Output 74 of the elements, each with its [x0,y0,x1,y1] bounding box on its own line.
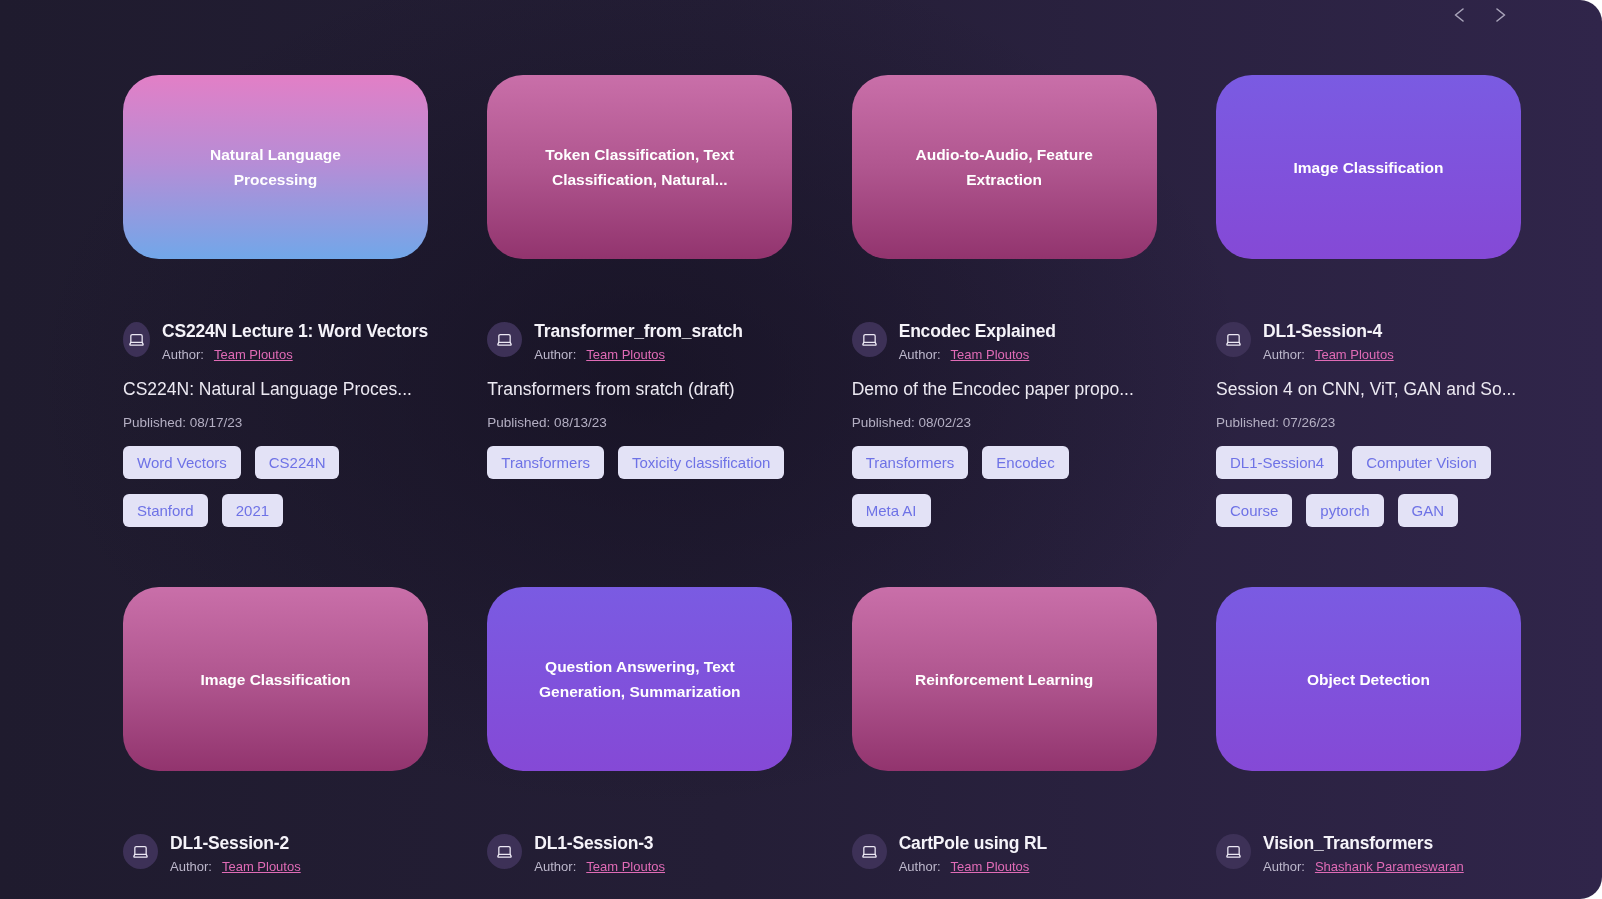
tag[interactable]: 2021 [221,494,284,527]
author-label: Author: [534,347,577,363]
author-link[interactable]: Team Ploutos [1314,347,1394,363]
laptop-icon [123,834,158,869]
tag[interactable]: Transformers [851,446,969,479]
author-link[interactable]: Team Ploutos [213,347,293,363]
tag[interactable]: pytorch [1306,494,1384,527]
project-cover[interactable]: Object Detection [1216,587,1521,771]
cover-label: Reinforcement Learning [915,669,1094,690]
published-date: Published: 08/02/23 [851,414,972,432]
project-title[interactable]: DL1-Session-4 [1263,321,1394,341]
laptop-icon [851,322,887,357]
author-label: Author: [898,859,941,875]
author-link[interactable]: Team Ploutos [221,859,301,875]
author-link[interactable]: Team Ploutos [586,859,665,875]
laptop-icon [487,322,523,357]
author-label: Author: [162,347,204,363]
project-cover[interactable]: Token Classification, Text Classification, Natural... [487,75,793,259]
laptop-icon [1216,322,1251,357]
project-cover[interactable]: Reinforcement Learning [851,587,1157,771]
project-description: Transformers from sratch (draft) [487,378,736,401]
tag[interactable]: Encodec [982,446,1069,479]
tag[interactable]: Transformers [487,446,604,479]
laptop-icon [487,834,523,869]
published-date: Published: 08/17/23 [123,414,244,432]
laptop-icon [123,322,150,357]
previous-button[interactable] [1454,8,1464,22]
author-link[interactable]: Shashank Parameswaran [1314,859,1464,875]
project-title[interactable]: Encodec Explained [898,321,1056,341]
project-title[interactable]: Vision_Transformers [1263,833,1464,853]
project-cover[interactable]: Image Classification [123,587,428,771]
tag[interactable]: CS224N [254,446,340,479]
project-title[interactable]: CartPole using RL [898,833,1047,853]
project-cover[interactable]: Audio-to-Audio, Feature Extraction [851,75,1157,259]
author-label: Author: [1263,859,1305,875]
published-date: Published: 08/13/23 [487,414,608,432]
author-link[interactable]: Team Ploutos [950,859,1030,875]
cover-label: Audio-to-Audio, Feature Extraction [915,145,1093,190]
next-button[interactable] [1496,8,1506,22]
tag[interactable]: Course [1216,494,1293,527]
laptop-icon [851,834,887,869]
tag[interactable]: Toxicity classification [617,446,785,479]
project-cover[interactable]: Question Answering, Text Generation, Summarization [487,587,793,771]
tag[interactable]: GAN [1397,494,1459,527]
project-title[interactable]: DL1-Session-2 [170,833,301,853]
cover-label: Question Answering, Text Generation, Summarization [539,657,741,702]
project-description: CS224N: Natural Language Proces... [123,378,413,401]
tag[interactable]: Word Vectors [123,446,241,479]
author-label: Author: [1263,347,1305,363]
cover-label: Object Detection [1306,669,1431,690]
cover-label: Image Classification [1293,157,1444,178]
cover-label: Image Classification [200,669,351,690]
tag[interactable]: Meta AI [851,494,931,527]
author-label: Author: [170,859,212,875]
project-cover[interactable]: Natural Language Processing [123,75,428,259]
author-label: Author: [534,859,577,875]
tag[interactable]: Stanford [123,494,208,527]
chevron-left-icon [1454,8,1464,22]
chevron-right-icon [1496,8,1506,22]
tag[interactable]: DL1-Session4 [1216,446,1339,479]
project-cover[interactable]: Image Classification [1216,75,1521,259]
project-title[interactable]: CS224N Lecture 1: Word Vectors [162,321,428,341]
author-label: Author: [898,347,941,363]
project-title[interactable]: Transformer_from_sratch [534,321,743,341]
author-link[interactable]: Team Ploutos [950,347,1030,363]
tag[interactable]: Computer Vision [1352,446,1491,479]
cover-label: Token Classification, Text Classification, Natural... [545,145,735,190]
project-title[interactable]: DL1-Session-3 [534,833,665,853]
project-description: Session 4 on CNN, ViT, GAN and So... [1216,378,1518,401]
laptop-icon [1216,834,1251,869]
cover-label: Natural Language Processing [210,145,341,190]
author-link[interactable]: Team Ploutos [586,347,665,363]
published-date: Published: 07/26/23 [1216,414,1337,432]
project-description: Demo of the Encodec paper propo... [851,378,1135,401]
